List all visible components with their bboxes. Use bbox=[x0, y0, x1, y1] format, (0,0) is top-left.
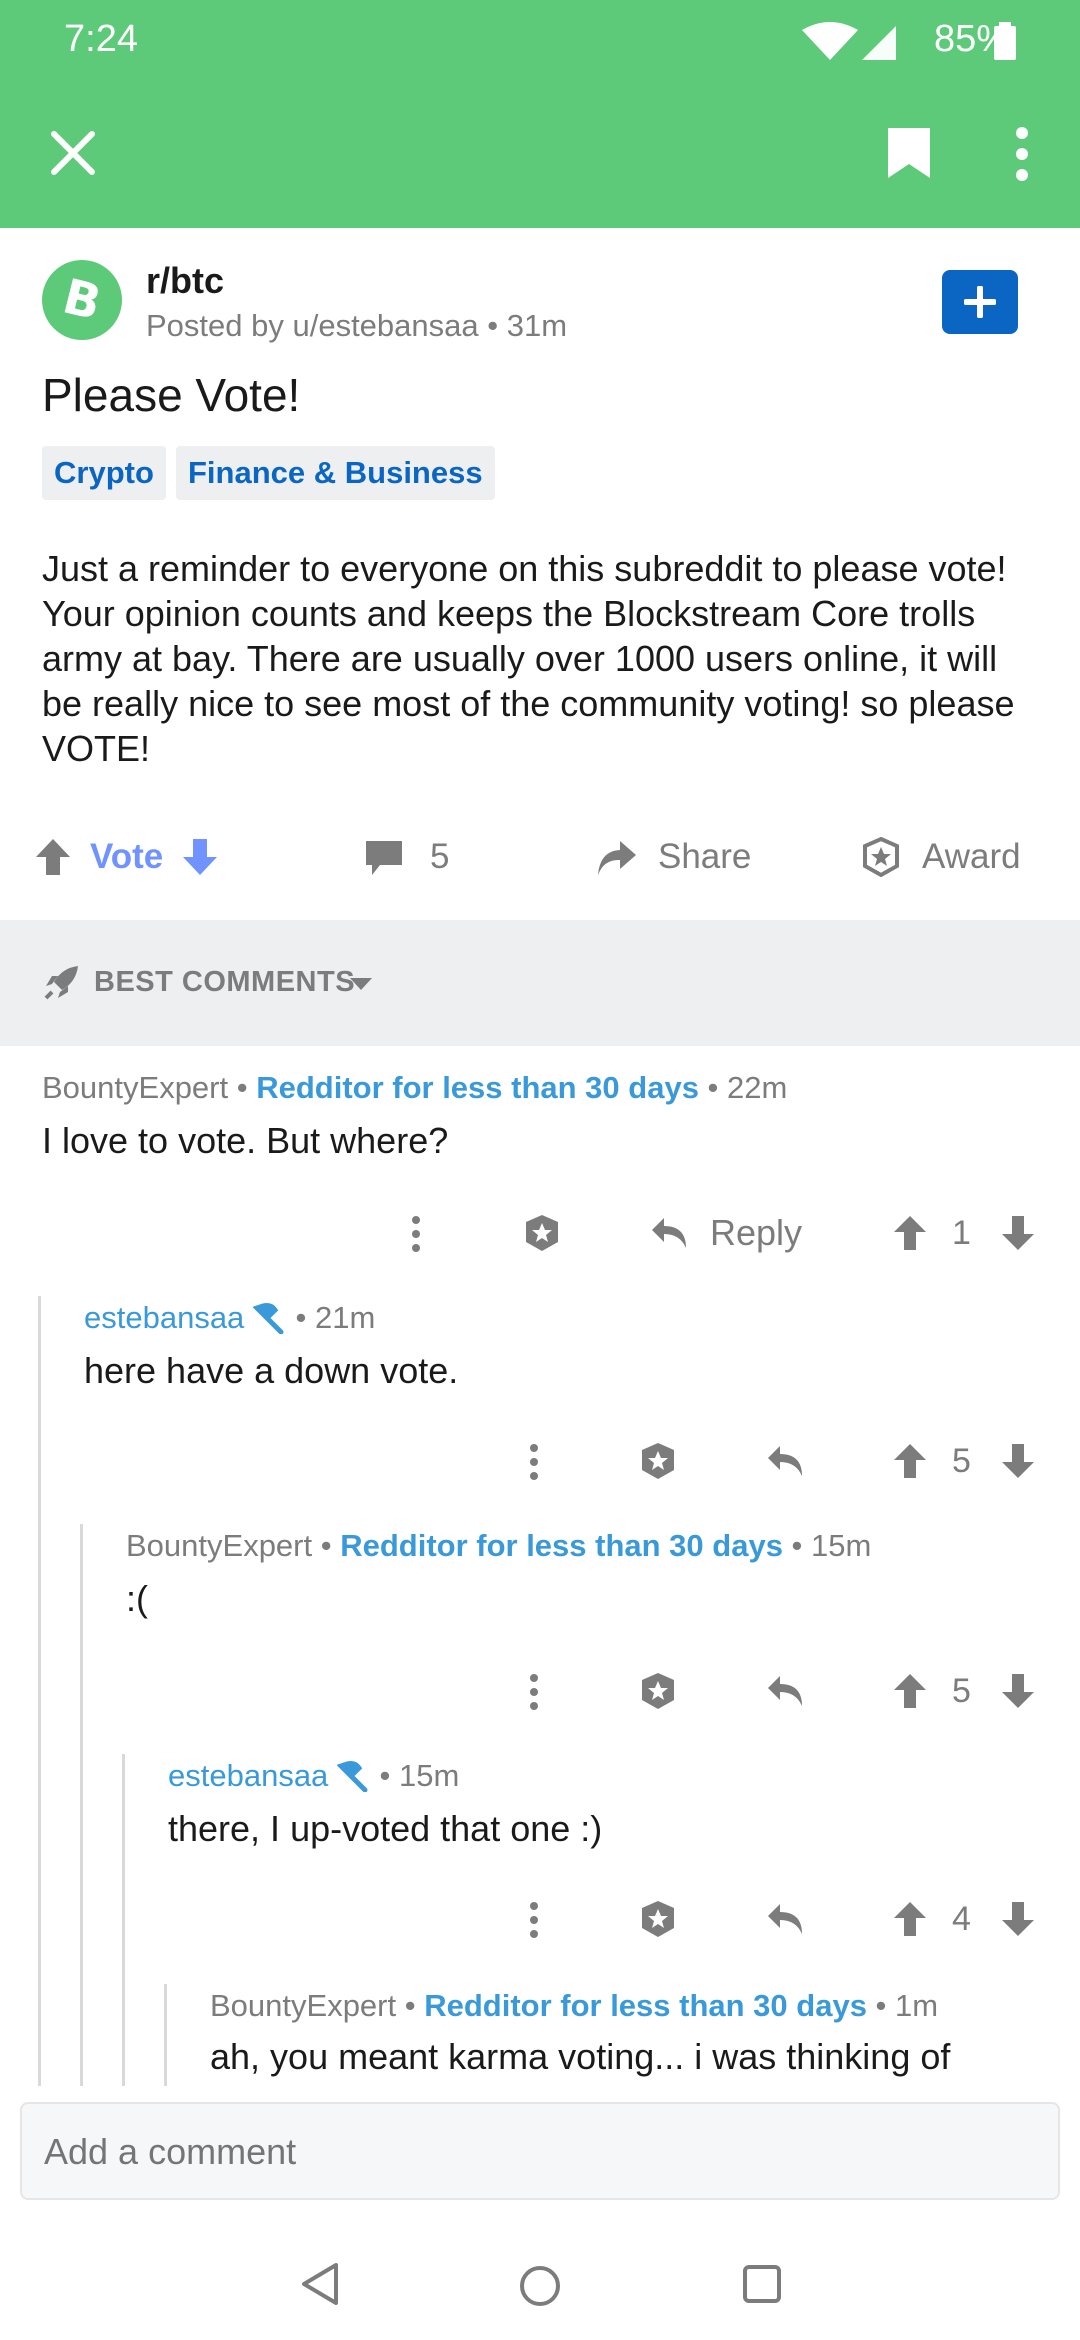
subreddit-name[interactable]: r/btc bbox=[146, 260, 224, 302]
thread-line[interactable] bbox=[122, 1754, 125, 2086]
bookmark-icon[interactable] bbox=[886, 126, 932, 180]
sort-label[interactable]: BEST COMMENTS bbox=[94, 966, 355, 999]
reply-icon[interactable] bbox=[766, 1672, 806, 1710]
comment-author[interactable]: estebansaa bbox=[84, 1300, 244, 1335]
system-nav-bar bbox=[0, 2210, 1080, 2340]
award-icon[interactable] bbox=[638, 1898, 678, 1940]
more-vert-icon[interactable] bbox=[408, 1216, 424, 1252]
user-flair: Redditor for less than 30 days bbox=[340, 1528, 783, 1563]
wrench-icon bbox=[336, 1761, 368, 1793]
thread-line[interactable] bbox=[164, 1984, 167, 2086]
chevron-down-icon[interactable] bbox=[350, 976, 372, 992]
flair-crypto[interactable]: Crypto bbox=[42, 446, 166, 500]
comment-meta: BountyExpert • Redditor for less than 30… bbox=[42, 1070, 788, 1105]
award-icon[interactable] bbox=[638, 1670, 678, 1712]
thread-line[interactable] bbox=[38, 1296, 41, 2086]
more-vert-icon[interactable] bbox=[526, 1444, 542, 1480]
post-title: Please Vote! bbox=[42, 369, 301, 421]
upvote-icon[interactable] bbox=[34, 837, 72, 877]
award-icon[interactable] bbox=[522, 1212, 562, 1254]
user-flair: Redditor for less than 30 days bbox=[256, 1070, 699, 1105]
wifi-signal-icon bbox=[802, 22, 896, 60]
status-time: 7:24 bbox=[64, 18, 138, 60]
bitcoin-cash-icon: B bbox=[57, 272, 106, 328]
comment-score: 5 bbox=[952, 1442, 971, 1480]
comment-author[interactable]: BountyExpert bbox=[210, 1988, 396, 2023]
plus-icon bbox=[964, 286, 996, 318]
upvote-icon[interactable] bbox=[892, 1900, 928, 1938]
vote-control: Vote bbox=[34, 832, 219, 882]
reply-icon[interactable] bbox=[766, 1900, 806, 1938]
share-label: Share bbox=[658, 837, 752, 876]
comment-meta: BountyExpert • Redditor for less than 30… bbox=[126, 1528, 872, 1563]
comment-text: here have a down vote. bbox=[84, 1350, 459, 1391]
comment-score: 5 bbox=[952, 1672, 971, 1710]
award-label: Award bbox=[922, 837, 1021, 876]
join-button[interactable] bbox=[942, 270, 1018, 334]
comment-author[interactable]: estebansaa bbox=[168, 1758, 328, 1793]
wrench-icon bbox=[252, 1303, 284, 1335]
app-bar bbox=[0, 80, 1080, 228]
post-body: Just a reminder to everyone on this subr… bbox=[42, 548, 1015, 769]
comment-author[interactable]: BountyExpert bbox=[126, 1528, 312, 1563]
svg-text:B: B bbox=[57, 272, 106, 328]
recents-nav-icon[interactable] bbox=[742, 2264, 782, 2304]
comment-author[interactable]: BountyExpert bbox=[42, 1070, 228, 1105]
comment-score: 1 bbox=[952, 1214, 971, 1252]
reply-icon[interactable] bbox=[766, 1442, 806, 1480]
downvote-icon[interactable] bbox=[181, 837, 219, 877]
upvote-icon[interactable] bbox=[892, 1672, 928, 1710]
post-age: 31m bbox=[506, 308, 568, 343]
comment-meta: estebansaa • 15m bbox=[168, 1758, 460, 1793]
comment-text: I love to vote. But where? bbox=[42, 1120, 449, 1161]
comment-input-box[interactable] bbox=[20, 2102, 1060, 2200]
comment-input[interactable] bbox=[42, 2124, 1026, 2180]
flair-finance[interactable]: Finance & Business bbox=[176, 446, 495, 500]
share-icon bbox=[598, 841, 636, 875]
more-vert-icon[interactable] bbox=[526, 1902, 542, 1938]
comment-age: 15m bbox=[811, 1528, 872, 1563]
posted-by[interactable]: Posted by u/estebansaa bbox=[146, 308, 479, 343]
vote-label: Vote bbox=[90, 837, 164, 876]
award-button[interactable]: Award bbox=[860, 832, 1021, 882]
award-icon bbox=[863, 836, 899, 878]
downvote-icon[interactable] bbox=[1000, 1672, 1036, 1710]
comment-icon bbox=[366, 841, 402, 875]
status-bar: 7:24 85% bbox=[0, 0, 1080, 80]
comment-meta: BountyExpert • Redditor for less than 30… bbox=[210, 1988, 939, 2023]
post-meta: Posted by u/estebansaa • 31m bbox=[146, 308, 568, 343]
battery-icon bbox=[994, 22, 1016, 60]
user-flair: Redditor for less than 30 days bbox=[424, 1988, 867, 2023]
back-nav-icon[interactable] bbox=[300, 2262, 340, 2306]
comments-button[interactable]: 5 bbox=[364, 832, 449, 882]
reply-icon[interactable] bbox=[650, 1214, 690, 1252]
downvote-icon[interactable] bbox=[1000, 1442, 1036, 1480]
more-vert-icon[interactable] bbox=[526, 1674, 542, 1710]
reply-label[interactable]: Reply bbox=[710, 1212, 802, 1254]
downvote-icon[interactable] bbox=[1000, 1900, 1036, 1938]
upvote-icon[interactable] bbox=[892, 1214, 928, 1252]
home-nav-icon[interactable] bbox=[518, 2264, 562, 2308]
downvote-icon[interactable] bbox=[1000, 1214, 1036, 1252]
rocket-icon bbox=[44, 966, 78, 1000]
thread-line[interactable] bbox=[80, 1524, 83, 2086]
comment-text: ah, you meant karma voting... i was thin… bbox=[210, 2036, 951, 2077]
share-button[interactable]: Share bbox=[594, 832, 751, 882]
comment-count: 5 bbox=[430, 837, 450, 876]
comment-text: :( bbox=[126, 1578, 148, 1619]
comment-age: 21m bbox=[315, 1300, 376, 1335]
comment-age: 22m bbox=[727, 1070, 788, 1105]
comment-age: 1m bbox=[895, 1988, 939, 2023]
comment-age: 15m bbox=[399, 1758, 460, 1793]
close-icon[interactable] bbox=[50, 130, 96, 176]
subreddit-avatar[interactable]: B bbox=[42, 260, 122, 340]
upvote-icon[interactable] bbox=[892, 1442, 928, 1480]
more-vert-icon[interactable] bbox=[1012, 126, 1032, 182]
award-icon[interactable] bbox=[638, 1440, 678, 1482]
comment-score: 4 bbox=[952, 1900, 971, 1938]
comment-meta: estebansaa • 21m bbox=[84, 1300, 376, 1335]
comment-text: there, I up-voted that one :) bbox=[168, 1808, 603, 1849]
